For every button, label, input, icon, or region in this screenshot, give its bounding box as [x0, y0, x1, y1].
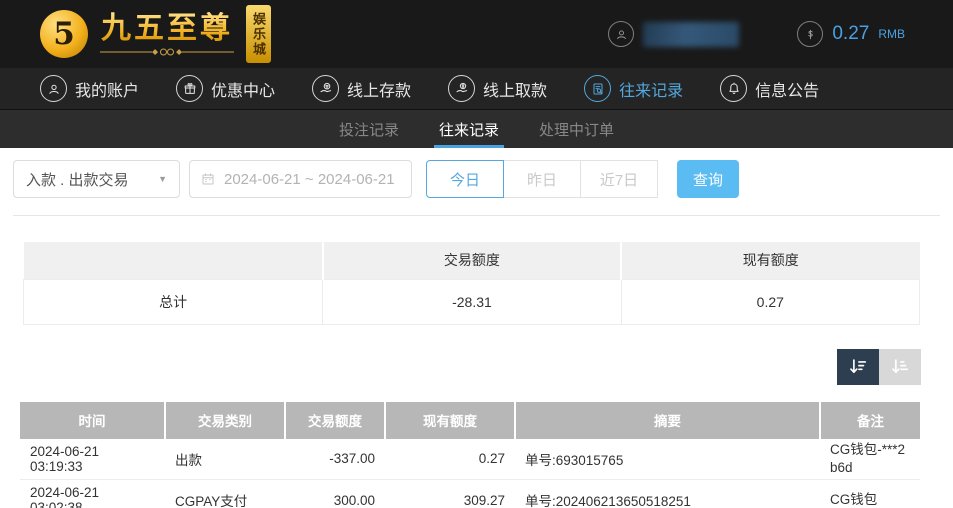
- brand-tagline: 娱乐城: [246, 5, 271, 63]
- main-nav: 我的账户 优惠中心 线上存款 线上取款 往来记录 信息公告: [0, 68, 953, 110]
- record-tab[interactable]: 处理中订单: [536, 110, 617, 148]
- nav-item-label: 优惠中心: [211, 82, 276, 100]
- cell-time: 2024-06-21 03:19:33: [20, 438, 165, 480]
- cell-balance: 309.27: [385, 479, 515, 508]
- nav-item[interactable]: 往来记录: [584, 75, 683, 102]
- quick-range-group: 今日 昨日 近7日: [426, 160, 658, 198]
- brand-name: 九五至尊: [101, 11, 233, 45]
- sort-descending-button[interactable]: [837, 348, 879, 385]
- sort-ascending-icon: [889, 356, 911, 378]
- logo-badge: 5: [40, 10, 88, 58]
- top-header: 5 九五至尊 娱乐城 0.27 RMB: [0, 0, 953, 68]
- site-logo[interactable]: 5 九五至尊 娱乐城: [40, 5, 271, 63]
- nav-item-label: 线上取款: [483, 82, 548, 100]
- query-button[interactable]: 查询: [677, 160, 739, 198]
- filter-row: 入款 . 出款交易 ▼ 2024-06-21 ~ 2024-06-21 今日 昨…: [13, 160, 953, 198]
- cell-time: 2024-06-21 03:02:38: [20, 479, 165, 508]
- quick-range-button[interactable]: 昨日: [503, 160, 581, 198]
- calendar-icon: [200, 171, 216, 187]
- withdraw-icon: [448, 75, 476, 102]
- col-note: 备注: [819, 401, 920, 439]
- sort-descending-icon: [847, 356, 869, 378]
- record-tab-label: 往来记录: [438, 121, 499, 139]
- cell-amount: 300.00: [285, 479, 385, 508]
- date-range-input[interactable]: 2024-06-21 ~ 2024-06-21: [189, 160, 412, 198]
- records-header-row: 时间 交易类别 交易额度 现有额度 摘要 备注: [20, 401, 920, 439]
- summary-table: 交易额度 现有额度 总计 -28.31 0.27: [22, 242, 921, 325]
- record-tab[interactable]: 投注记录: [336, 110, 402, 148]
- user-icon: [608, 21, 635, 47]
- cell-balance: 0.27: [385, 438, 515, 480]
- quick-range-button[interactable]: 今日: [426, 160, 504, 198]
- record-icon: [584, 75, 612, 102]
- gift-icon: [176, 75, 204, 102]
- table-row: 2024-06-21 03:19:33 出款 -337.00 0.27 单号:6…: [20, 438, 920, 480]
- record-tab[interactable]: 往来记录: [433, 110, 505, 148]
- transaction-type-value: 入款 . 出款交易: [26, 171, 129, 189]
- balance-display[interactable]: 0.27 RMB: [797, 21, 905, 47]
- quick-range-button[interactable]: 近7日: [580, 160, 658, 198]
- deposit-icon: [312, 75, 340, 102]
- flourish-ornament: [100, 48, 234, 55]
- transaction-type-select[interactable]: 入款 . 出款交易 ▼: [13, 160, 180, 198]
- record-tabs: 投注记录 往来记录 处理中订单: [0, 110, 953, 148]
- nav-item[interactable]: 线上取款: [448, 75, 547, 102]
- nav-item[interactable]: 我的账户: [40, 75, 139, 102]
- sort-ascending-button[interactable]: [879, 348, 921, 385]
- table-row: 2024-06-21 03:02:38 CGPAY支付 300.00 309.2…: [20, 479, 920, 508]
- cell-type: 出款: [165, 438, 285, 480]
- summary-total-label: 总计: [22, 278, 324, 325]
- nav-item-label: 往来记录: [619, 82, 684, 100]
- balance-amount: 0.27: [832, 23, 870, 44]
- account-chip[interactable]: [608, 21, 740, 47]
- cell-note: CG钱包: [820, 479, 920, 508]
- date-range-value: 2024-06-21 ~ 2024-06-21: [224, 170, 395, 188]
- record-tab-label: 投注记录: [338, 121, 399, 139]
- summary-total-row: 总计 -28.31 0.27: [22, 278, 921, 325]
- cell-type: CGPAY支付: [165, 479, 285, 508]
- summary-header-transaction: 交易额度: [321, 242, 622, 279]
- sort-controls: [0, 348, 921, 385]
- col-balance: 现有额度: [384, 401, 515, 439]
- col-amount: 交易额度: [284, 401, 385, 439]
- col-summary: 摘要: [514, 401, 820, 439]
- cell-amount: -337.00: [285, 438, 385, 480]
- dollar-coin-icon: [797, 21, 824, 47]
- records-table: 时间 交易类别 交易额度 现有额度 摘要 备注 2024-06-21 03:19…: [20, 401, 920, 508]
- summary-header-empty: [23, 242, 323, 279]
- nav-item-label: 线上存款: [347, 82, 412, 100]
- cell-summary: 单号:693015765: [515, 438, 820, 480]
- divider: [13, 215, 940, 216]
- cell-note: CG钱包-***2b6d: [820, 438, 920, 480]
- col-type: 交易类别: [164, 401, 285, 439]
- bell-icon: [720, 75, 748, 102]
- summary-total-transaction: -28.31: [322, 278, 622, 325]
- chevron-down-icon: ▼: [158, 174, 167, 184]
- summary-header-balance: 现有额度: [620, 242, 920, 279]
- record-tab-label: 处理中订单: [539, 121, 615, 139]
- cell-summary: 单号:202406213650518251: [515, 479, 820, 508]
- username-redacted: [643, 21, 740, 47]
- nav-item-label: 我的账户: [75, 82, 140, 100]
- summary-total-balance: 0.27: [620, 278, 921, 325]
- user-icon: [40, 75, 67, 102]
- content: 入款 . 出款交易 ▼ 2024-06-21 ~ 2024-06-21 今日 昨…: [0, 160, 953, 508]
- nav-item[interactable]: 优惠中心: [176, 75, 275, 102]
- balance-currency: RMB: [878, 27, 905, 41]
- nav-item[interactable]: 线上存款: [312, 75, 411, 102]
- nav-item-label: 信息公告: [755, 82, 820, 100]
- col-time: 时间: [20, 401, 165, 439]
- nav-item[interactable]: 信息公告: [720, 75, 819, 102]
- summary-header-row: 交易额度 现有额度: [23, 242, 920, 279]
